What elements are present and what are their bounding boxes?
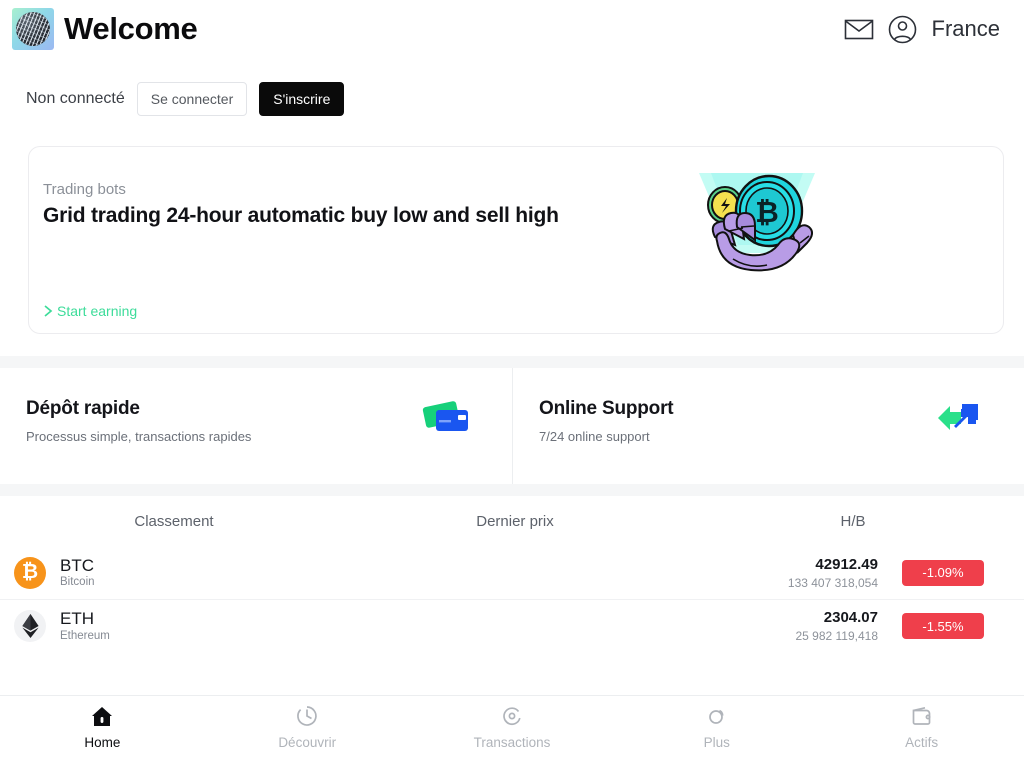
section-divider-bottom <box>0 484 1024 496</box>
svg-text:₿: ₿ <box>755 197 779 229</box>
coin-symbol: ETH <box>60 609 94 629</box>
brand: Welcome <box>12 8 198 50</box>
signup-button[interactable]: S'inscrire <box>259 82 345 116</box>
promo-card[interactable]: Trading bots Grid trading 24-hour automa… <box>28 146 1004 334</box>
nav-item-transactions[interactable]: Transactions <box>410 705 615 750</box>
login-button[interactable]: Se connecter <box>136 82 248 116</box>
start-earning-link[interactable]: Start earning <box>43 303 137 319</box>
column-header-hb: H/B <box>840 512 866 530</box>
ethereum-coin-icon <box>14 610 46 642</box>
promo-kicker: Trading bots <box>43 181 126 198</box>
column-header-price: Dernier prix <box>476 512 554 530</box>
compass-icon <box>296 705 318 727</box>
page-title: Welcome <box>64 11 198 46</box>
promo-title: Grid trading 24-hour automatic buy low a… <box>43 204 559 227</box>
bitcoin-coin-icon: ₿ <box>14 556 46 589</box>
globe-sphere-logo-icon <box>12 8 54 50</box>
user-circle-icon[interactable] <box>888 14 918 44</box>
market-table-header: Classement Dernier prix H/B <box>0 496 1024 546</box>
change-badge: -1.55% <box>902 613 984 639</box>
ethereum-glyph <box>21 614 39 638</box>
two-arrows-icon <box>938 404 978 430</box>
auth-row: Non connecté Se connecter S'inscrire <box>26 82 345 116</box>
bitcoin-glyph: ₿ <box>21 560 39 583</box>
header-actions: France <box>844 14 1000 44</box>
nav-item-plus[interactable]: Plus <box>614 705 819 750</box>
nav-item-home[interactable]: Home <box>0 705 205 750</box>
nav-item-decouvrir[interactable]: Découvrir <box>205 705 410 750</box>
coin-symbol: BTC <box>60 555 94 575</box>
robot-hand-bitcoin-illustration-icon: ₿ <box>699 173 815 272</box>
column-header-rank: Classement <box>134 512 214 530</box>
nav-label: Découvrir <box>278 735 337 750</box>
envelope-icon[interactable] <box>844 14 874 44</box>
nav-label: Home <box>84 735 121 750</box>
bottom-navigation: Home Découvrir Transactions Plus Actifs <box>0 695 1024 759</box>
feature-card-deposit[interactable]: Dépôt rapide Processus simple, transacti… <box>0 368 512 484</box>
start-earning-label: Start earning <box>57 303 138 319</box>
nav-label: Transactions <box>473 735 551 750</box>
feature-card-support[interactable]: Online Support 7/24 online support <box>512 368 1024 484</box>
volume: 25 982 119,418 <box>795 629 878 643</box>
coin-name: Bitcoin <box>60 576 95 589</box>
circles-more-icon <box>706 705 728 727</box>
region-selector[interactable]: France <box>932 16 1000 42</box>
wallet-icon <box>911 705 933 727</box>
nav-label: Plus <box>703 735 730 750</box>
last-price: 2304.07 <box>823 609 878 626</box>
nav-item-actifs[interactable]: Actifs <box>819 705 1024 750</box>
last-price: 42912.49 <box>815 555 878 573</box>
feature-cards: Dépôt rapide Processus simple, transacti… <box>0 368 1024 484</box>
app-root: Welcome France Non connecté Se connecter <box>0 0 1024 759</box>
market-table: Classement Dernier prix H/B ₿ BTC Bitcoi… <box>0 496 1024 652</box>
nav-label: Actifs <box>905 735 939 750</box>
volume: 133 407 318,054 <box>787 575 878 590</box>
home-icon <box>91 705 113 727</box>
price-cell: 42912.49 133 407 318,054 <box>708 556 878 590</box>
refresh-dot-icon <box>501 705 523 727</box>
change-badge: -1.09% <box>902 559 984 586</box>
table-row[interactable]: ₿ BTC Bitcoin 42912.49 133 407 318,054 -… <box>0 546 1024 599</box>
app-header: Welcome France <box>0 0 1024 58</box>
logo-sphere <box>16 12 50 46</box>
price-cell: 2304.07 25 982 119,418 <box>708 609 878 643</box>
auth-status: Non connecté <box>26 90 125 107</box>
section-divider-top <box>0 356 1024 368</box>
coin-name: Ethereum <box>60 629 110 642</box>
chevron-right-icon <box>44 305 53 317</box>
table-row[interactable]: ETH Ethereum 2304.07 25 982 119,418 -1.5… <box>0 599 1024 652</box>
credit-cards-icon <box>422 401 468 431</box>
coin-cell: ₿ BTC Bitcoin <box>14 555 344 589</box>
coin-cell: ETH Ethereum <box>14 610 344 642</box>
